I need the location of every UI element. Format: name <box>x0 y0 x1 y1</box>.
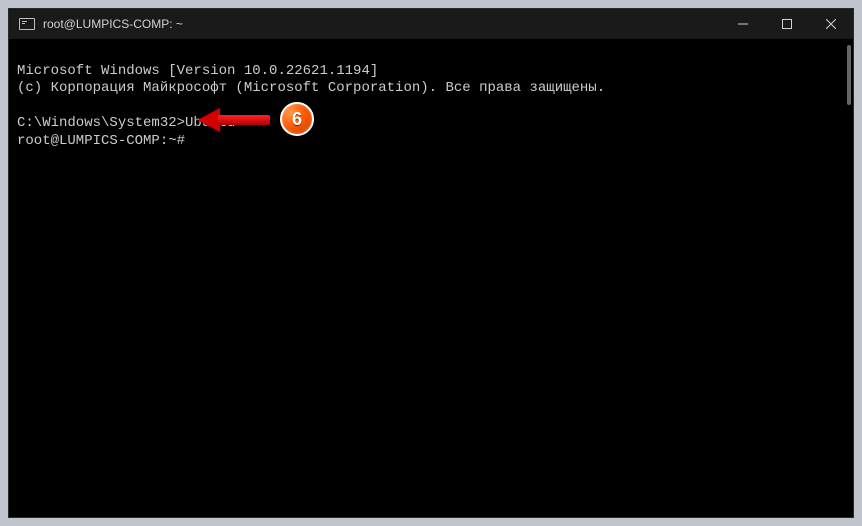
bash-prompt: root@LUMPICS-COMP:~# <box>17 133 185 149</box>
terminal-window: root@LUMPICS-COMP: ~ Microsoft Windows [… <box>8 8 854 518</box>
titlebar[interactable]: root@LUMPICS-COMP: ~ <box>9 9 853 39</box>
copyright-line: (c) Корпорация Майкрософт (Microsoft Cor… <box>17 80 605 96</box>
close-button[interactable] <box>809 9 853 39</box>
scrollbar-thumb[interactable] <box>847 45 851 105</box>
cmd-icon <box>19 18 35 30</box>
typed-command: Ubuntu <box>185 115 235 131</box>
terminal-body[interactable]: Microsoft Windows [Version 10.0.22621.11… <box>9 39 853 517</box>
minimize-button[interactable] <box>721 9 765 39</box>
cursor <box>185 133 193 149</box>
window-title: root@LUMPICS-COMP: ~ <box>43 17 191 31</box>
version-line: Microsoft Windows [Version 10.0.22621.11… <box>17 63 378 79</box>
maximize-icon <box>782 19 792 29</box>
close-icon <box>826 19 836 29</box>
maximize-button[interactable] <box>765 9 809 39</box>
cmd-prompt: C:\Windows\System32> <box>17 115 185 131</box>
minimize-icon <box>738 19 748 29</box>
